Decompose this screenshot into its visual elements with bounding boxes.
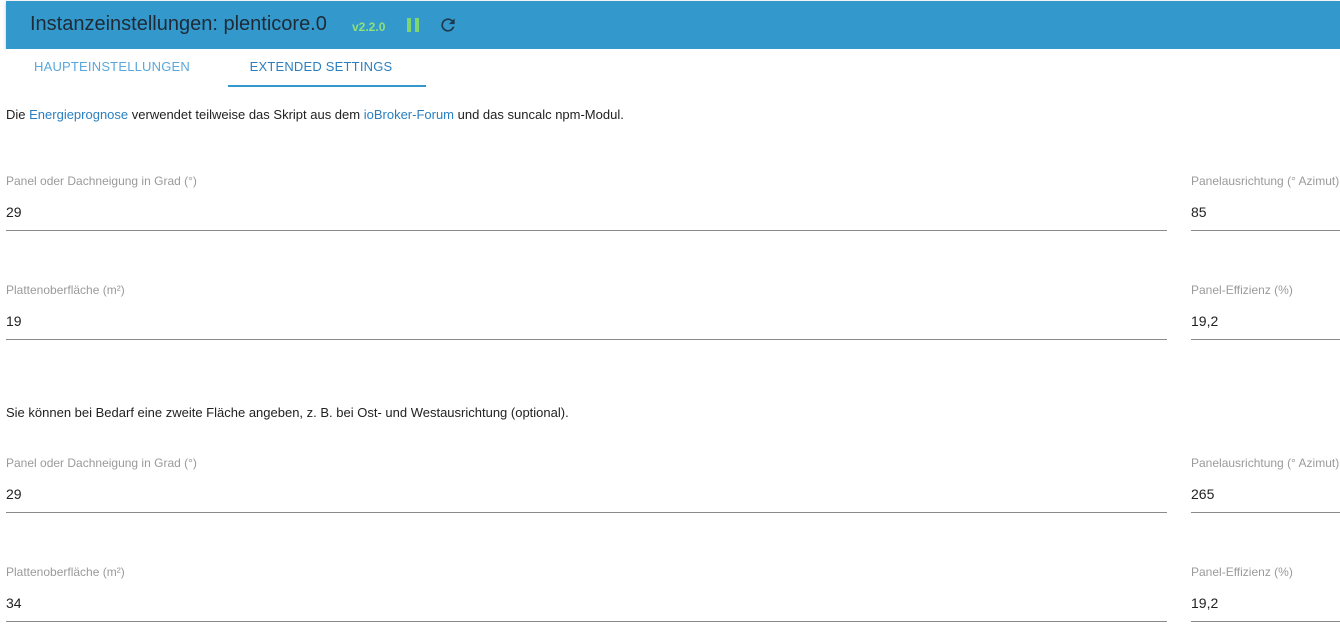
intro-prefix: Die [6, 107, 30, 122]
header-bar: Instanzeinstellungen: plenticore.0 v2.2.… [6, 1, 1340, 49]
tilt-field-1[interactable]: Panel oder Dachneigung in Grad (°) 29 [6, 174, 1167, 234]
intro-suffix: und das suncalc npm-Modul. [454, 107, 624, 122]
area-field-2[interactable]: Plattenoberfläche (m²) 34 [6, 565, 1167, 625]
input-underline [1191, 512, 1340, 513]
efficiency-field-1[interactable]: Panel-Effizienz (%) 19,2 [1191, 283, 1340, 343]
intro-middle: verwendet teilweise das Skript aus dem [128, 107, 364, 122]
input-underline [1191, 230, 1340, 231]
input-underline [1191, 339, 1340, 340]
tilt-label: Panel oder Dachneigung in Grad (°) [6, 174, 197, 188]
area-input[interactable]: 34 [6, 595, 22, 611]
input-underline [6, 339, 1167, 340]
iobroker-forum-link[interactable]: ioBroker-Forum [364, 107, 454, 122]
efficiency-field-2[interactable]: Panel-Effizienz (%) 19,2 [1191, 565, 1340, 625]
tilt-field-2[interactable]: Panel oder Dachneigung in Grad (°) 29 [6, 456, 1167, 516]
page-title: Instanzeinstellungen: plenticore.0 [30, 13, 327, 35]
efficiency-input[interactable]: 19,2 [1191, 313, 1218, 329]
azimuth-field-1[interactable]: Panelausrichtung (° Azimut) 85 [1191, 174, 1340, 234]
tilt-input[interactable]: 29 [6, 204, 22, 220]
area-label: Plattenoberfläche (m²) [6, 565, 125, 579]
azimuth-label: Panelausrichtung (° Azimut) [1191, 174, 1340, 188]
efficiency-label: Panel-Effizienz (%) [1191, 283, 1293, 297]
input-underline [6, 512, 1167, 513]
pause-icon[interactable] [405, 17, 421, 35]
area-field-1[interactable]: Plattenoberfläche (m²) 19 [6, 283, 1167, 343]
azimuth-input[interactable]: 85 [1191, 204, 1207, 220]
version-badge: v2.2.0 [352, 20, 386, 34]
settings-window: Instanzeinstellungen: plenticore.0 v2.2.… [0, 0, 1340, 628]
area-label: Plattenoberfläche (m²) [6, 283, 125, 297]
efficiency-label: Panel-Effizienz (%) [1191, 565, 1293, 579]
azimuth-input[interactable]: 265 [1191, 486, 1214, 502]
second-surface-note: Sie können bei Bedarf eine zweite Fläche… [6, 405, 569, 420]
tilt-input[interactable]: 29 [6, 486, 22, 502]
tilt-label: Panel oder Dachneigung in Grad (°) [6, 456, 197, 470]
azimuth-label: Panelausrichtung (° Azimut) [1191, 456, 1340, 470]
active-tab-indicator [228, 85, 426, 87]
azimuth-field-2[interactable]: Panelausrichtung (° Azimut) 265 [1191, 456, 1340, 516]
efficiency-input[interactable]: 19,2 [1191, 595, 1218, 611]
input-underline [6, 621, 1167, 622]
reload-icon[interactable] [438, 15, 458, 35]
area-input[interactable]: 19 [6, 313, 22, 329]
input-underline [6, 230, 1167, 231]
tab-bar: HAUPTEINSTELLUNGEN EXTENDED SETTINGS [6, 49, 1340, 89]
input-underline [1191, 621, 1340, 622]
energy-forecast-link[interactable]: Energieprognose [29, 107, 128, 122]
tab-extended-settings[interactable]: EXTENDED SETTINGS [222, 49, 420, 87]
tab-main-settings[interactable]: HAUPTEINSTELLUNGEN [6, 49, 218, 87]
forecast-intro-text: Die Energieprognose verwendet teilweise … [6, 107, 624, 122]
